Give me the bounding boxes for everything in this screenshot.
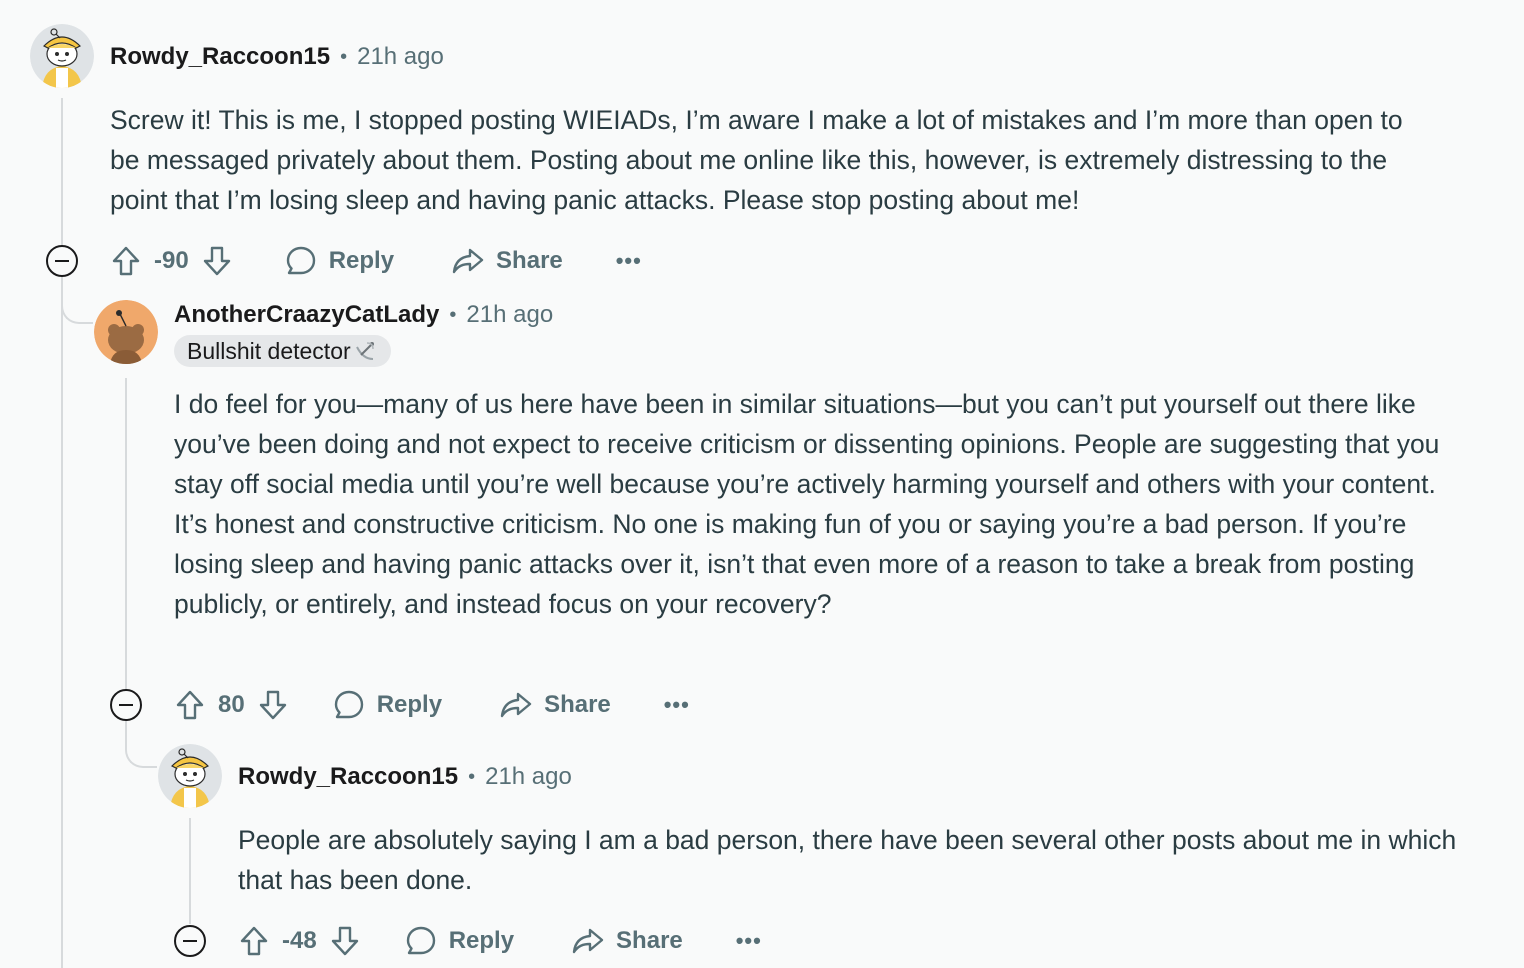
timestamp[interactable]: 21h ago xyxy=(466,301,553,329)
share-icon xyxy=(452,248,484,274)
share-button[interactable]: Share xyxy=(452,241,563,281)
thread-line-level-1 xyxy=(61,98,63,968)
downvote-button[interactable] xyxy=(327,921,363,961)
separator-dot: • xyxy=(449,303,457,326)
upvote-icon xyxy=(176,690,204,720)
thread-connector-2 xyxy=(61,300,93,324)
collapse-icon xyxy=(183,940,197,942)
separator-dot: • xyxy=(468,765,476,788)
collapse-icon xyxy=(55,260,69,262)
share-button[interactable]: Share xyxy=(572,921,683,961)
more-options-button[interactable]: ••• xyxy=(657,685,697,725)
username-link[interactable]: AnotherCraazyCatLady xyxy=(174,301,439,329)
collapse-button[interactable] xyxy=(174,925,206,957)
downvote-icon xyxy=(203,246,230,276)
comment-actions: -48 Reply Share ••• xyxy=(236,921,769,961)
share-label: Share xyxy=(616,927,683,954)
comment-icon xyxy=(334,690,363,719)
share-icon xyxy=(572,928,604,954)
share-button[interactable]: Share xyxy=(500,685,611,725)
vote-group: -48 xyxy=(236,921,363,961)
username-link[interactable]: Rowdy_Raccoon15 xyxy=(238,763,458,791)
collapse-icon xyxy=(119,704,133,706)
vote-score: 80 xyxy=(218,691,245,718)
reply-button[interactable]: Reply xyxy=(333,685,442,725)
reply-button[interactable]: Reply xyxy=(405,921,514,961)
comment-actions: 80 Reply Share ••• xyxy=(172,685,697,725)
reply-button[interactable]: Reply xyxy=(285,241,394,281)
reply-label: Reply xyxy=(376,691,443,718)
snoo-hat-avatar-icon xyxy=(30,24,94,88)
user-flair: Bullshit detector xyxy=(174,335,391,367)
avatar[interactable] xyxy=(30,24,94,88)
upvote-icon xyxy=(112,246,140,276)
avatar[interactable] xyxy=(158,744,222,808)
comment-body: Screw it! This is me, I stopped posting … xyxy=(110,105,1403,215)
vote-group: 80 xyxy=(172,685,291,725)
separator-dot: • xyxy=(340,45,348,68)
more-options-button[interactable]: ••• xyxy=(609,241,649,281)
vote-score: -90 xyxy=(154,247,189,274)
more-options-button[interactable]: ••• xyxy=(729,921,769,961)
snoo-hat-avatar-icon xyxy=(158,744,222,808)
downvote-button[interactable] xyxy=(255,685,291,725)
comment-thread: Rowdy_Raccoon15 • 21h ago Screw it! This… xyxy=(0,0,1524,968)
comment-body: People are absolutely saying I am a bad … xyxy=(238,825,1457,895)
upvote-icon xyxy=(240,926,268,956)
upvote-button[interactable] xyxy=(236,921,272,961)
vote-group: -90 xyxy=(108,241,235,281)
collapse-button[interactable] xyxy=(46,245,78,277)
upvote-button[interactable] xyxy=(108,241,144,281)
comment-meta: Rowdy_Raccoon15 • 21h ago xyxy=(238,761,572,793)
timestamp[interactable]: 21h ago xyxy=(357,43,444,71)
vote-score: -48 xyxy=(282,927,317,954)
thread-connector-3 xyxy=(125,718,157,768)
comment-icon xyxy=(406,926,435,955)
upvote-button[interactable] xyxy=(172,685,208,725)
comment-body: I do feel for you—many of us here have b… xyxy=(174,389,1440,619)
avatar[interactable] xyxy=(94,300,158,364)
downvote-icon xyxy=(331,926,358,956)
reply-label: Reply xyxy=(328,247,395,274)
thread-line-level-3 xyxy=(189,818,191,924)
comment-meta: Rowdy_Raccoon15 • 21h ago xyxy=(110,41,444,73)
reply-label: Reply xyxy=(448,927,515,954)
flair-text: Bullshit detector xyxy=(187,337,351,364)
username-link[interactable]: Rowdy_Raccoon15 xyxy=(110,43,330,71)
collapse-button[interactable] xyxy=(110,689,142,721)
share-label: Share xyxy=(496,247,563,274)
downvote-icon xyxy=(259,690,286,720)
share-label: Share xyxy=(544,691,611,718)
comment-icon xyxy=(286,246,315,275)
share-icon xyxy=(500,692,532,718)
downvote-button[interactable] xyxy=(199,241,235,281)
comment-actions: -90 Reply Share ••• xyxy=(108,241,649,281)
timestamp[interactable]: 21h ago xyxy=(485,763,572,791)
thread-line-level-2 xyxy=(125,378,127,694)
satellite-icon xyxy=(355,342,374,360)
bear-snoo-avatar-icon xyxy=(94,300,158,364)
comment-meta: AnotherCraazyCatLady • 21h ago xyxy=(174,299,553,331)
